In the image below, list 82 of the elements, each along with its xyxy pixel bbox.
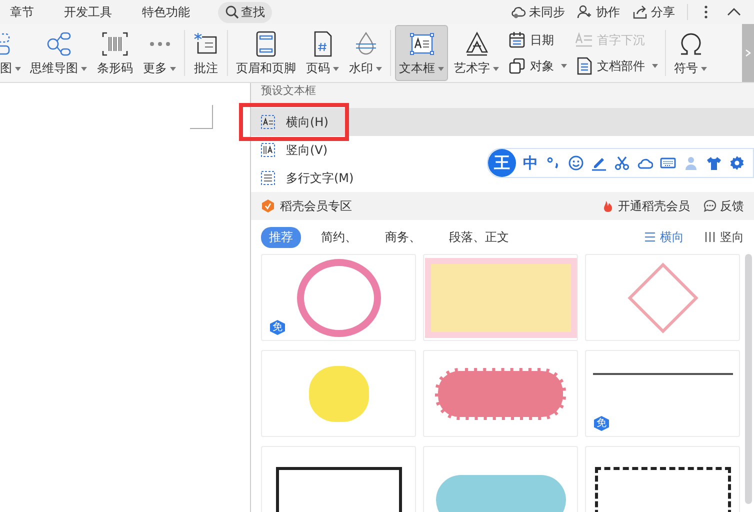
multiline-text-icon — [260, 170, 276, 186]
category-tab[interactable]: 段落、正文 — [441, 226, 517, 248]
caret-icon — [333, 66, 339, 70]
cloud-icon — [510, 4, 526, 20]
template-card[interactable] — [585, 446, 740, 512]
share-icon — [632, 4, 648, 20]
flame-icon — [601, 199, 615, 213]
shirt-icon[interactable] — [706, 155, 722, 171]
menu-tab[interactable]: 章节 — [10, 4, 34, 20]
category-tab[interactable]: 商务、 — [377, 226, 429, 248]
share-button[interactable]: 分享 — [632, 4, 675, 20]
comment-button[interactable]: 批注 — [189, 25, 223, 81]
language-mode-toggle[interactable]: 中 — [523, 154, 538, 172]
chat-bubble-icon — [703, 199, 717, 213]
horizontal-text-icon — [260, 114, 276, 130]
watermark-button[interactable]: 水印 — [345, 25, 386, 81]
template-card[interactable]: 免 — [261, 254, 416, 341]
object-button[interactable]: 对象 — [508, 55, 567, 77]
caret-icon — [561, 64, 567, 68]
drop-cap-icon — [575, 31, 593, 49]
caret-icon — [81, 66, 87, 70]
punctuation-icon[interactable] — [545, 155, 561, 171]
caret-icon — [652, 64, 658, 68]
scissors-icon[interactable] — [614, 155, 630, 171]
caret-icon — [438, 66, 444, 70]
horizontal-filter[interactable]: 横向 — [644, 228, 684, 246]
pen-icon[interactable] — [591, 155, 607, 171]
menu-item[interactable]: 竖向(V) — [251, 136, 482, 164]
symbol-button[interactable]: 符号 — [670, 25, 711, 81]
menu-item[interactable]: 横向(H) — [251, 108, 754, 136]
document-parts-button[interactable]: 文档部件 — [575, 55, 658, 77]
member-zone-title: 稻壳会员专区 — [280, 198, 352, 214]
header-button[interactable]: 页眉和页脚 — [232, 25, 300, 81]
textbox-button[interactable]: 文本框 — [395, 25, 448, 81]
menu-tab[interactable]: 特色功能 — [142, 4, 190, 20]
caret-icon — [15, 66, 21, 70]
caret-icon — [493, 66, 499, 70]
mindmap-button[interactable]: 思维导图 — [26, 25, 91, 81]
word-art-icon — [464, 31, 490, 57]
barcode-button[interactable]: 条形码 — [93, 25, 137, 81]
feedback-button[interactable]: 反馈 — [703, 198, 744, 214]
search-icon — [225, 5, 239, 19]
upgrade-member-button[interactable]: 开通稻壳会员 — [601, 198, 690, 214]
menu-section-title: 预设文本框 — [251, 83, 754, 108]
add-user-icon — [577, 4, 593, 20]
category-tab[interactable]: 简约、 — [313, 226, 365, 248]
template-card[interactable]: 免 — [585, 350, 740, 437]
chevron-right-icon — [744, 49, 752, 57]
keyboard-icon[interactable] — [660, 155, 676, 171]
vertical-text-icon — [260, 142, 276, 158]
input-method-logo[interactable]: 王 — [488, 149, 516, 177]
menu-tab[interactable]: 开发工具 — [64, 4, 112, 20]
template-preview-drawing — [308, 366, 368, 422]
caret-icon — [701, 66, 707, 70]
emoji-icon[interactable] — [568, 155, 584, 171]
vertical-lines-icon — [704, 231, 716, 243]
more-button[interactable]: 更多 — [139, 25, 180, 81]
pagenum-button[interactable]: 页码 — [302, 25, 343, 81]
wordart-button[interactable]: 艺术字 — [450, 25, 503, 81]
free-badge: 免 — [270, 320, 285, 335]
free-badge: 免 — [594, 416, 609, 431]
page-corner-mark — [190, 105, 213, 129]
sync-button[interactable]: 未同步 — [510, 4, 565, 20]
document-icon — [575, 57, 593, 75]
search-button[interactable]: 查找 — [218, 2, 272, 22]
collaborate-button[interactable]: 协作 — [577, 4, 620, 20]
scrollbar[interactable] — [745, 254, 752, 504]
object-icon — [508, 57, 526, 75]
caret-icon — [170, 66, 176, 70]
text-box-icon — [408, 31, 434, 57]
barcode-icon — [102, 31, 128, 57]
date-button[interactable]: 日期 — [508, 29, 567, 51]
flowchart-button[interactable]: 图 — [0, 25, 25, 81]
mind-map-icon — [46, 31, 72, 57]
vertical-filter[interactable]: 竖向 — [704, 228, 744, 246]
horizontal-lines-icon — [644, 231, 656, 243]
calendar-icon — [508, 31, 526, 49]
menu-item[interactable]: 多行文字(M) — [251, 164, 482, 192]
more-icon — [148, 41, 170, 47]
caret-icon — [376, 66, 382, 70]
template-card[interactable] — [261, 446, 416, 512]
settings-icon[interactable] — [729, 155, 745, 171]
